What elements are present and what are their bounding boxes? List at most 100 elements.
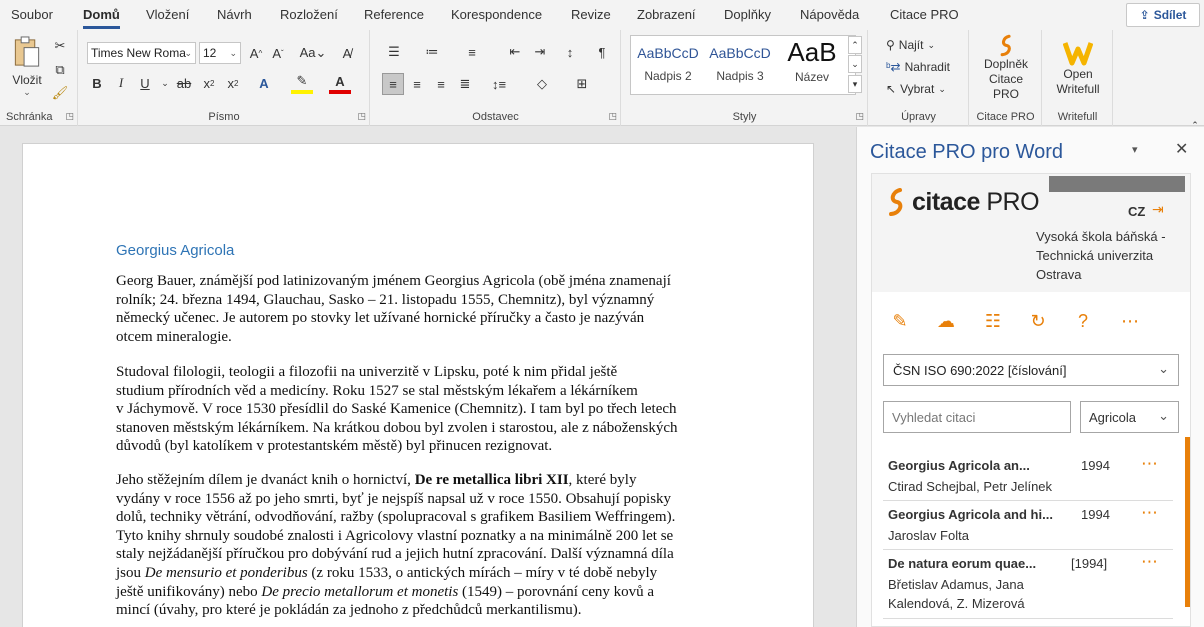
find-button[interactable]: ⚲ Najít ⌄	[886, 35, 935, 55]
folder-filter-select[interactable]: Agricola ⌄	[1080, 401, 1179, 433]
citation-authors: Ctirad Schejbal, Petr Jelínek	[888, 479, 1053, 494]
justify-icon[interactable]: ≣	[454, 73, 476, 95]
format-painter-icon[interactable]: 🖌	[49, 82, 71, 104]
share-button[interactable]: ⇪ Sdílet	[1126, 3, 1200, 27]
font-color-icon[interactable]: A	[329, 72, 351, 94]
strikethrough-icon[interactable]: ab	[173, 72, 195, 94]
subscript-icon[interactable]: x2	[198, 72, 220, 94]
style-nazev[interactable]: AaB Název	[776, 37, 848, 93]
citation-item[interactable]: Georgius Agricola and hi... 1994 Jarosla…	[883, 501, 1173, 550]
clear-formatting-icon[interactable]: A̸	[336, 42, 358, 64]
citation-item[interactable]: De natura eorum quae... [1994] Břetislav…	[883, 550, 1173, 619]
text-effects-icon[interactable]: A	[253, 72, 275, 94]
citation-year: [1994]	[1071, 556, 1108, 571]
italic-title: De precio metallorum et monetis	[261, 583, 459, 600]
citation-style-value: ČSN ISO 690:2022 [číslování]	[893, 363, 1067, 378]
citace-logo-icon	[1000, 34, 1011, 57]
increase-indent-icon[interactable]: ⇥	[529, 41, 551, 63]
numbering-icon[interactable]: ≔	[421, 41, 443, 63]
borders-icon[interactable]: ⊞	[571, 73, 593, 95]
cloud-download-icon[interactable]: ☁	[932, 307, 960, 335]
font-name-select[interactable]: Times New Roma ⌄	[87, 42, 196, 64]
shading-icon[interactable]: ◇	[531, 73, 553, 95]
paragraph-launcher-icon[interactable]: ◳	[608, 111, 617, 122]
text-line: dolů, techniky větrání, odvodňování, raž…	[116, 509, 676, 526]
bullets-icon[interactable]: ☰	[383, 41, 405, 63]
styles-more-icon[interactable]: ▾	[848, 75, 862, 93]
citation-item[interactable]: Georgius Agricola an... 1994 Ctirad Sche…	[883, 452, 1173, 501]
styles-scroll-up-icon[interactable]: ⌃	[848, 36, 862, 54]
tab-navrh[interactable]: Návrh	[217, 7, 252, 22]
text-run: , které byly	[568, 472, 637, 488]
more-icon[interactable]: ⋯	[1116, 307, 1144, 335]
styles-scroll-down-icon[interactable]: ⌄	[848, 55, 862, 73]
font-size-select[interactable]: 12 ⌄	[199, 42, 241, 64]
highlight-icon[interactable]: ✎	[291, 72, 313, 94]
open-writefull-label: Open Writefull	[1056, 67, 1100, 96]
clipboard-launcher-icon[interactable]: ◳	[65, 111, 74, 122]
italic-icon[interactable]: I	[110, 72, 132, 94]
line-spacing-icon[interactable]: ↕≡	[488, 73, 510, 95]
grow-font-icon[interactable]: A ^	[245, 42, 267, 64]
close-icon[interactable]: ✕	[1175, 139, 1188, 159]
pane-options-icon[interactable]: ▾	[1132, 143, 1138, 156]
more-icon[interactable]: ⋯	[1141, 454, 1159, 474]
align-center-icon[interactable]: ≡	[406, 73, 428, 95]
tab-vlozeni[interactable]: Vložení	[146, 7, 189, 22]
replace-button[interactable]: ᵇ⇄ Nahradit	[886, 57, 950, 77]
text-line: stanoven městským lékárníkem. Na krátkou…	[116, 419, 678, 436]
copy-icon[interactable]: ⧉	[49, 59, 71, 81]
paste-button[interactable]: Vložit ⌄	[8, 36, 46, 98]
document-page[interactable]: Georgius Agricola Georg Bauer, známější …	[22, 143, 814, 627]
citation-style-select[interactable]: ČSN ISO 690:2022 [číslování] ⌄	[883, 354, 1179, 386]
tab-napoveda[interactable]: Nápověda	[800, 7, 859, 22]
text-line: v Jáchymově. V roce 1530 přesídlil do Sa…	[116, 401, 677, 418]
styles-launcher-icon[interactable]: ◳	[855, 111, 864, 122]
logout-icon[interactable]: ⇥	[1152, 201, 1164, 218]
style-nadpis-3[interactable]: AaBbCcD Nadpis 3	[704, 37, 776, 93]
open-writefull-button[interactable]: Open Writefull	[1047, 34, 1109, 102]
select-button[interactable]: ↖ Vybrat ⌄	[886, 79, 946, 99]
refresh-icon[interactable]: ↻	[1024, 307, 1052, 335]
citace-addin-label: Doplněk Citace PRO	[983, 57, 1029, 101]
help-icon[interactable]: ?	[1069, 307, 1097, 335]
bibliography-icon[interactable]: ☷	[979, 307, 1007, 335]
tab-reference[interactable]: Reference	[364, 7, 424, 22]
institution-line: Vysoká škola báňská -	[1036, 229, 1166, 244]
shrink-font-icon[interactable]: Aˇ	[267, 42, 289, 64]
tab-rozlozeni[interactable]: Rozložení	[280, 7, 338, 22]
tab-revize[interactable]: Revize	[571, 7, 611, 22]
cut-icon[interactable]: ✂	[49, 35, 71, 57]
language-switch[interactable]: CZ	[1128, 204, 1145, 219]
paragraph-1: Georg Bauer, známější pod latinizovaným …	[116, 272, 731, 346]
citation-list-scrollbar[interactable]	[1185, 437, 1190, 607]
citace-addin-button[interactable]: Doplněk Citace PRO	[972, 34, 1040, 102]
multilevel-list-icon[interactable]: ≡	[461, 41, 483, 63]
font-launcher-icon[interactable]: ◳	[357, 111, 366, 122]
institution-line: Technická univerzita	[1036, 248, 1154, 263]
search-icon: ⚲	[886, 38, 895, 52]
style-nadpis-2[interactable]: AaBbCcD Nadpis 2	[632, 37, 704, 93]
tab-zobrazeni[interactable]: Zobrazení	[637, 7, 696, 22]
tab-soubor[interactable]: Soubor	[11, 7, 53, 22]
edit-icon[interactable]: ✎	[886, 307, 914, 335]
tab-citace-pro[interactable]: Citace PRO	[890, 7, 959, 22]
superscript-icon[interactable]: x2	[222, 72, 244, 94]
decrease-indent-icon[interactable]: ⇤	[504, 41, 526, 63]
bold-title: De re metallica libri XII	[414, 472, 569, 488]
tab-korespondence[interactable]: Korespondence	[451, 7, 542, 22]
align-right-icon[interactable]: ≡	[430, 73, 452, 95]
more-icon[interactable]: ⋯	[1141, 552, 1159, 572]
change-case-icon[interactable]: Aa⌄	[298, 42, 328, 64]
tab-domu[interactable]: Domů	[83, 7, 120, 29]
bold-icon[interactable]: B	[86, 72, 108, 94]
show-marks-icon[interactable]: ¶	[591, 41, 613, 63]
tab-doplnky[interactable]: Doplňky	[724, 7, 771, 22]
sort-icon[interactable]: ↕	[559, 41, 581, 63]
citation-search-input[interactable]: Vyhledat citaci	[883, 401, 1071, 433]
citace-logo-icon	[889, 188, 903, 216]
align-left-icon[interactable]: ≡	[382, 73, 404, 95]
paragraph-3: Jeho stěžejním dílem je dvanáct knih o h…	[116, 471, 731, 620]
underline-icon[interactable]: U	[134, 72, 156, 94]
more-icon[interactable]: ⋯	[1141, 503, 1159, 523]
